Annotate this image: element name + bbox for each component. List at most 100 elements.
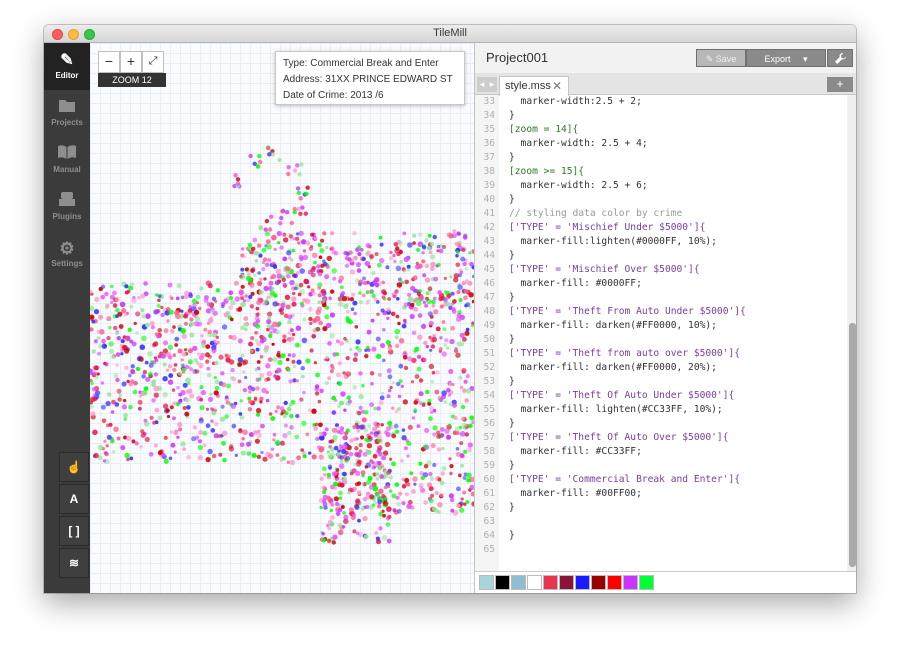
sidebar: ✎ Editor Projects Manual Plugins ⚙ Setti… [44, 43, 90, 593]
code-line: 37} [475, 151, 845, 165]
code-text: ['TYPE' = 'Mischief Over $5000']{ [509, 264, 700, 275]
brackets-icon: [ ] [68, 524, 80, 538]
color-swatch[interactable] [575, 575, 590, 590]
tab-prev-button[interactable]: ◂ [477, 77, 487, 92]
code-line: 40} [475, 193, 845, 207]
gear-icon: ⚙ [59, 239, 75, 258]
folder-icon [44, 98, 90, 118]
color-swatch[interactable] [591, 575, 606, 590]
color-swatch[interactable] [527, 575, 542, 590]
code-line: 51 ['TYPE' = 'Theft from auto over $5000'… [475, 347, 845, 361]
code-line: 52 marker-fill: darken(#FF0000, 20%); [475, 361, 845, 375]
code-line: 63 [475, 515, 845, 529]
sidebar-item-label: Manual [53, 165, 81, 174]
code-line: 57 ['TYPE' = 'Theft Of Auto Over $5000']{ [475, 431, 845, 445]
tooltip-type: Type: Commercial Break and Enter [283, 58, 439, 69]
sidebar-item-manual[interactable]: Manual [44, 137, 90, 184]
add-tab-button[interactable]: + [827, 77, 853, 92]
code-text: marker-fill:lighten(#0000FF, 10%); [509, 236, 717, 247]
code-text: } [509, 418, 515, 429]
code-text: marker-fill: #CC33FF; [509, 446, 642, 457]
code-text: marker-fill: darken(#FF0000, 20%); [509, 362, 717, 373]
code-line: 47} [475, 291, 845, 305]
sidebar-item-label: Plugins [52, 212, 82, 221]
code-line: 41 // styling data color by crime [475, 207, 845, 221]
sidebar-item-projects[interactable]: Projects [44, 90, 90, 137]
code-text: marker-fill: lighten(#CC33FF, 10%); [509, 404, 723, 415]
line-number: 57 [483, 432, 495, 443]
chevron-down-icon: ▾ [803, 54, 808, 64]
project-title: Project001 [486, 50, 549, 65]
code-editor[interactable]: 33 marker-width:2.5 + 2; 34} 35 [zoom = 14]… [475, 95, 845, 571]
close-icon[interactable]: ✕ [552, 77, 562, 95]
zoom-out-button[interactable]: − [98, 51, 120, 73]
color-swatch[interactable] [479, 575, 494, 590]
code-text: } [509, 460, 515, 471]
code-text: [zoom = 14]{ [509, 124, 579, 135]
code-line: 55 marker-fill: lighten(#CC33FF, 10%); [475, 403, 845, 417]
save-button[interactable]: ✎ Save [696, 49, 746, 67]
sidebar-item-label: Projects [51, 118, 83, 127]
line-number: 50 [483, 334, 495, 345]
color-swatch[interactable] [543, 575, 558, 590]
code-line: 34} [475, 109, 845, 123]
code-text: } [509, 530, 515, 541]
code-text: } [509, 194, 515, 205]
code-line: 36 marker-width: 2.5 + 4; [475, 137, 845, 151]
tab-style-mss[interactable]: style.mss ✕ [499, 76, 569, 96]
code-text: ['TYPE' = 'Theft Of Auto Over $5000']{ [509, 432, 729, 443]
line-number: 36 [483, 138, 495, 149]
line-number: 61 [483, 488, 495, 499]
export-button[interactable]: Export ▾ [746, 49, 826, 67]
line-number: 47 [483, 292, 495, 303]
color-swatch[interactable] [639, 575, 654, 590]
sidebar-item-plugins[interactable]: Plugins [44, 184, 90, 231]
code-text: ['TYPE' = 'Commercial Break and Enter']{ [509, 474, 741, 485]
code-text: [zoom >= 15]{ [509, 166, 585, 177]
fonts-tool-button[interactable]: A [59, 484, 89, 514]
layers-tool-button[interactable]: ≋ [59, 548, 89, 578]
code-text: marker-width: 2.5 + 4; [509, 138, 648, 149]
line-number: 42 [483, 222, 495, 233]
tab-next-button[interactable]: ▸ [487, 77, 497, 92]
file-tabs: ◂ ▸ style.mss ✕ + [475, 73, 856, 96]
map-view[interactable]: + − ⤢ ZOOM 12 Type: Commercial Break and… [90, 43, 474, 593]
line-number: 34 [483, 110, 495, 121]
code-line: 54 ['TYPE' = 'Theft Of Auto Under $5000']… [475, 389, 845, 403]
app-window: TileMill ✎ Editor Projects Manual Plugin… [44, 25, 856, 593]
color-swatch[interactable] [623, 575, 638, 590]
line-number: 58 [483, 446, 495, 457]
line-number: 39 [483, 180, 495, 191]
carto-tool-button[interactable]: [ ] [59, 516, 89, 546]
code-text: } [509, 292, 515, 303]
sidebar-item-label: Settings [51, 259, 83, 268]
code-text: } [509, 152, 515, 163]
code-line: 35 [zoom = 14]{ [475, 123, 845, 137]
line-number: 49 [483, 320, 495, 331]
wrench-icon[interactable] [827, 49, 853, 67]
line-number: 55 [483, 404, 495, 415]
code-text: } [509, 502, 515, 513]
color-swatch[interactable] [495, 575, 510, 590]
pointer-tool-button[interactable]: ☝ [59, 452, 89, 482]
code-line: 59} [475, 459, 845, 473]
scrollbar-thumb[interactable] [849, 323, 856, 567]
book-icon [44, 145, 90, 165]
color-swatch[interactable] [511, 575, 526, 590]
line-number: 41 [483, 208, 495, 219]
code-scrollbar[interactable] [847, 95, 856, 571]
zoom-in-button[interactable]: + [120, 51, 142, 73]
tooltip-date: Date of Crime: 2013 /6 [283, 90, 384, 101]
font-icon: A [69, 492, 79, 506]
hand-pointer-icon: ☝ [66, 460, 82, 474]
line-number: 44 [483, 250, 495, 261]
line-number: 60 [483, 474, 495, 485]
color-swatch[interactable] [559, 575, 574, 590]
line-number: 45 [483, 264, 495, 275]
color-swatch[interactable] [607, 575, 622, 590]
sidebar-item-settings[interactable]: ⚙ Settings [44, 231, 90, 278]
code-line: 65 [475, 543, 845, 557]
editor-header: Project001 ✎ Save Export ▾ [475, 43, 856, 73]
fullscreen-icon[interactable]: ⤢ [142, 51, 164, 73]
sidebar-item-editor[interactable]: ✎ Editor [44, 43, 90, 90]
